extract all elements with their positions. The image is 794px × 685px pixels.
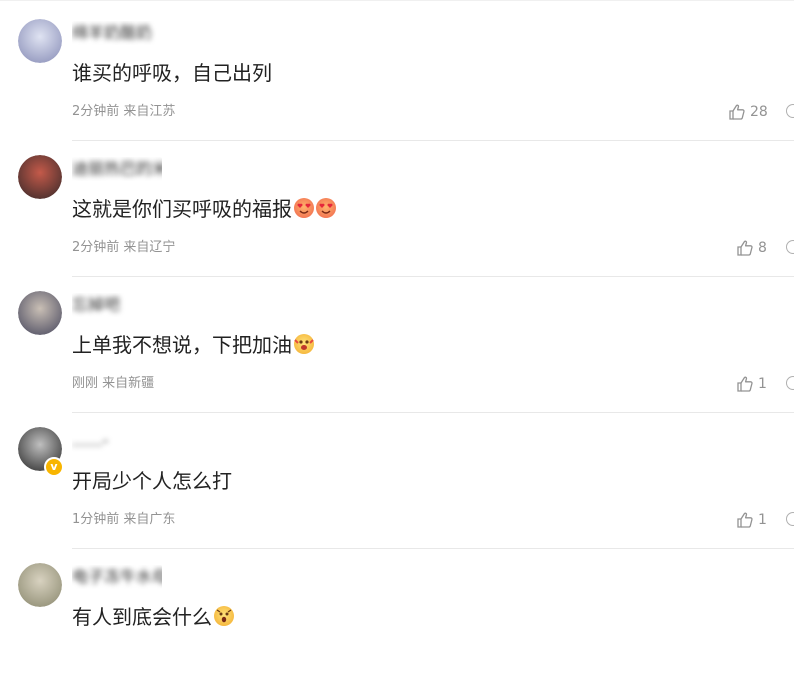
- avatar-image: [18, 563, 62, 607]
- comment-item: 电子冻牛水母有人到底会什么: [0, 549, 794, 685]
- avatar-image: [18, 155, 62, 199]
- reply-icon[interactable]: [786, 376, 794, 390]
- thumbs-up-icon: [737, 240, 753, 256]
- comment-meta: 2分钟前 来自辽宁: [72, 239, 175, 257]
- avatar[interactable]: [18, 563, 62, 607]
- comment-text: 这就是你们买呼吸的福报: [72, 197, 292, 221]
- comment-time: 1分钟前: [72, 512, 120, 527]
- username-text: ......-: [72, 431, 109, 450]
- reply-icon[interactable]: [786, 240, 794, 254]
- heart-eyes-emoji: [294, 198, 314, 218]
- comment-item: 绵羊奶酪奶谁买的呼吸，自己出列 2分钟前 来自江苏 28: [0, 5, 794, 141]
- comment-meta: 刚刚 来自新疆: [72, 375, 154, 393]
- comment-text: 上单我不想说，下把加油: [72, 333, 292, 357]
- comment-text-row: 谁买的呼吸，自己出列: [72, 59, 272, 87]
- top-divider: [0, 0, 794, 1]
- like-button[interactable]: 28: [728, 101, 768, 123]
- comment-item: 忘掉吧上单我不想说，下把加油刚刚 来自新疆 1: [0, 277, 794, 413]
- verified-badge-icon: v: [44, 457, 64, 477]
- thumbs-up-icon: [737, 512, 753, 528]
- comment-text-row: 这就是你们买呼吸的福报: [72, 195, 336, 223]
- cheering-emoji: [294, 334, 314, 354]
- username-link[interactable]: 电子冻牛水母: [72, 565, 162, 589]
- comment-location: 来自江苏: [123, 104, 176, 119]
- comment-time: 刚刚: [72, 376, 99, 391]
- like-button[interactable]: 1: [736, 509, 767, 531]
- avatar-image: [18, 291, 62, 335]
- comment-location: 来自新疆: [102, 376, 155, 391]
- username-text: 绵羊奶酪奶: [72, 23, 153, 42]
- comment-location: 来自辽宁: [123, 240, 176, 255]
- username-link[interactable]: ......-: [72, 429, 162, 453]
- comment-location: 来自广东: [123, 512, 176, 527]
- comment-time: 2分钟前: [72, 104, 120, 119]
- username-text: 电子冻牛水母: [72, 567, 162, 586]
- comment-item: 迪丽热巴的米粉宝宝的妃妃这就是你们买呼吸的福报 2分钟前 来自辽宁 8: [0, 141, 794, 277]
- heart-eyes-emoji: [316, 198, 336, 218]
- like-count: 1: [758, 512, 767, 528]
- comment-item: v ......- 开局少个人怎么打 1分钟前 来自广东 1: [0, 413, 794, 549]
- avatar[interactable]: [18, 155, 62, 199]
- comment-text: 开局少个人怎么打: [72, 469, 232, 493]
- like-button[interactable]: 1: [736, 373, 767, 395]
- shocked-emoji: [214, 606, 234, 626]
- like-button[interactable]: 8: [736, 237, 767, 259]
- comment-meta: 2分钟前 来自江苏: [72, 103, 175, 121]
- username-text: 迪丽热巴的米粉宝宝的妃妃: [72, 159, 162, 178]
- reply-icon[interactable]: [786, 104, 794, 118]
- comment-text-row: 开局少个人怎么打: [72, 467, 232, 495]
- like-count: 28: [750, 104, 768, 120]
- username-link[interactable]: 忘掉吧: [72, 293, 162, 317]
- comment-time: 2分钟前: [72, 240, 120, 255]
- reply-icon[interactable]: [786, 512, 794, 526]
- avatar-image: [18, 19, 62, 63]
- avatar[interactable]: [18, 291, 62, 335]
- comment-meta: 1分钟前 来自广东: [72, 511, 175, 529]
- like-count: 1: [758, 376, 767, 392]
- comment-text-row: 有人到底会什么: [72, 603, 234, 631]
- thumbs-up-icon: [729, 104, 745, 120]
- comment-text-row: 上单我不想说，下把加油: [72, 331, 314, 359]
- like-count: 8: [758, 240, 767, 256]
- username-link[interactable]: 绵羊奶酪奶: [72, 21, 162, 45]
- username-text: 忘掉吧: [72, 295, 121, 314]
- thumbs-up-icon: [737, 376, 753, 392]
- comment-text: 有人到底会什么: [72, 605, 212, 629]
- avatar[interactable]: [18, 19, 62, 63]
- comment-text: 谁买的呼吸，自己出列: [72, 61, 272, 85]
- username-link[interactable]: 迪丽热巴的米粉宝宝的妃妃: [72, 157, 162, 181]
